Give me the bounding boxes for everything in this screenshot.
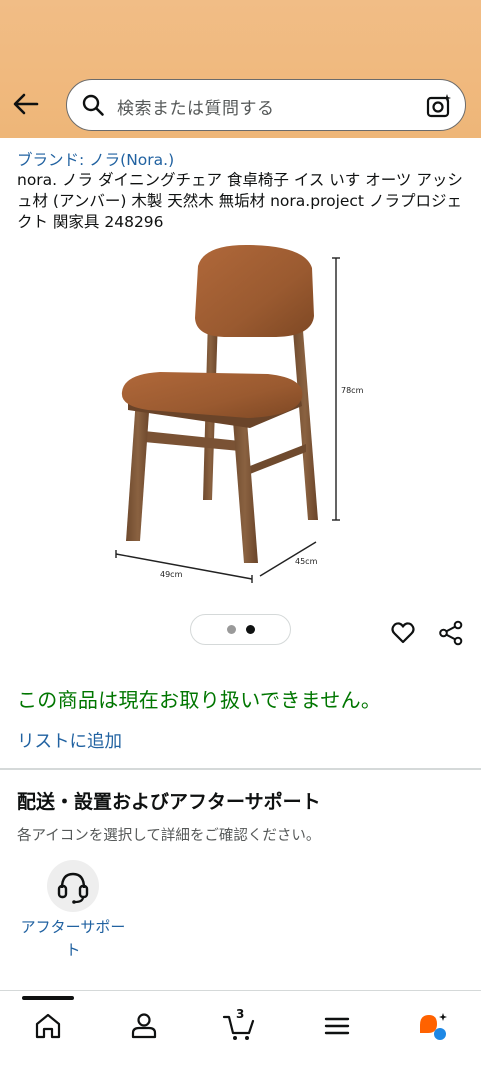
delivery-support-subtitle: 各アイコンを選択して詳細をご確認ください。 [17,828,321,844]
carousel-dot-2-active[interactable] [245,625,255,634]
account-icon[interactable] [127,1009,161,1043]
product-title: nora. ノラ ダイニングチェア 食卓椅子 イス いす オーツ アッシュ材 (… [17,171,463,231]
menu-icon[interactable] [320,1009,354,1043]
bottom-navigation-bar: 3 [0,990,481,1081]
brand-link[interactable]: ブランド: ノラ(Nora.) [17,148,174,170]
width-dimension-label: 49cm [160,570,183,579]
after-support-button[interactable]: アフターサポート [18,856,128,966]
product-image[interactable]: 78cm 49cm 45cm [100,238,380,588]
active-tab-indicator [22,996,74,1000]
cart-count-badge: 3 [236,1007,245,1021]
share-icon[interactable] [438,620,464,646]
back-arrow-icon [13,93,39,115]
depth-dimension-label: 45cm [295,557,318,566]
height-dimension-label: 78cm [341,386,364,395]
wishlist-heart-icon[interactable] [390,620,416,646]
home-icon[interactable] [31,1009,65,1043]
search-bar[interactable]: 検索または質問する [66,79,466,131]
search-icon [82,94,104,116]
availability-status: この商品は現在お取り扱いできません。 [17,688,382,712]
after-support-label[interactable]: アフターサポート [18,916,128,962]
headset-icon [57,872,89,904]
search-input[interactable]: 検索または質問する [117,94,275,119]
section-divider [0,768,481,770]
image-carousel-indicator[interactable] [190,614,291,645]
back-button[interactable] [10,88,42,120]
camera-lens-icon[interactable] [425,92,453,120]
cart-button[interactable]: 3 [222,1007,256,1043]
delivery-support-heading: 配送・設置およびアフターサポート [17,791,321,813]
carousel-dot-1[interactable] [226,625,236,634]
top-header: 検索または質問する [0,0,481,138]
add-to-list-link[interactable]: リストに追加 [17,728,122,753]
headset-icon-container [47,860,99,912]
rufus-assistant-icon[interactable] [416,1009,450,1043]
